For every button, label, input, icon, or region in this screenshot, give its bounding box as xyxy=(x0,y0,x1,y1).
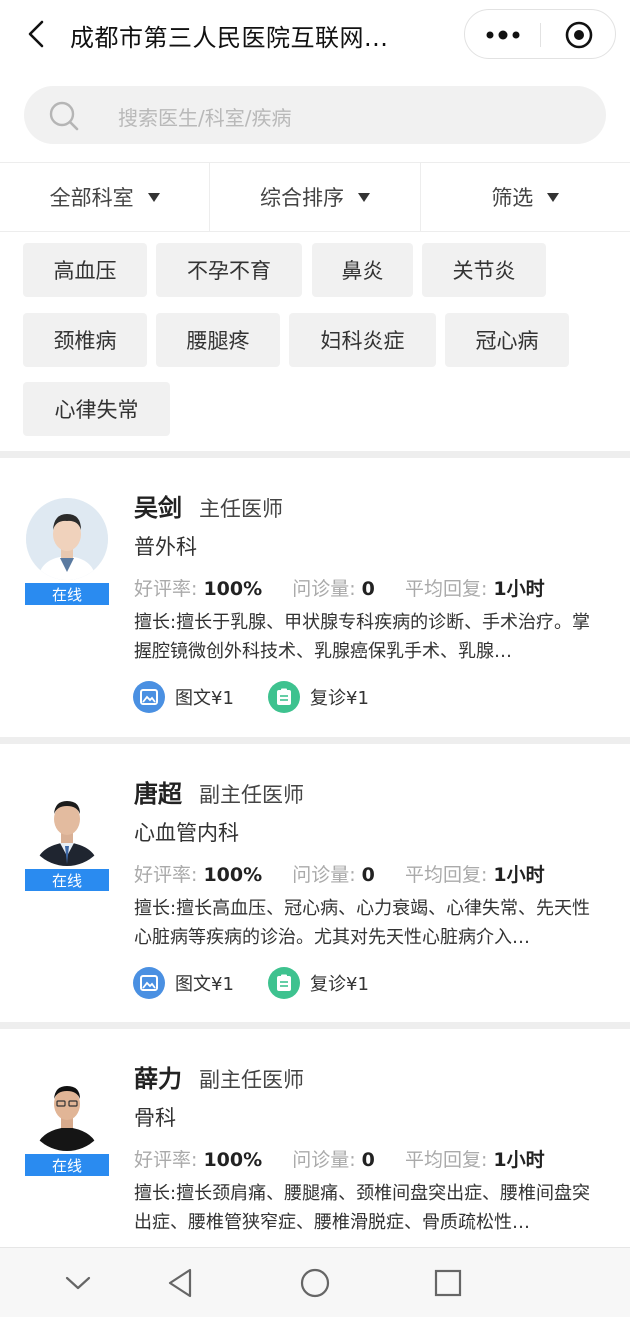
rating-value: 100% xyxy=(203,578,263,600)
doctor-avatar xyxy=(26,784,108,866)
filter-screen[interactable]: 筛选 xyxy=(419,163,630,231)
doctor-avatar xyxy=(26,498,108,580)
doctor-skill: 擅长:擅长颈肩痛、腰腿痛、颈椎间盘突出症、腰椎间盘突出症、腰椎管狭窄症、腰椎滑脱… xyxy=(134,1183,591,1233)
rating-label: 好评率: xyxy=(134,1149,198,1171)
service-text-consult[interactable]: 图文¥1 xyxy=(133,680,234,714)
nav-recents-button[interactable] xyxy=(408,1248,488,1317)
reply-label: 平均回复: xyxy=(404,864,488,886)
doctor-card[interactable]: 在线 薛力 副主任医师 骨科 好评率: 100% 问诊量: 0 平均回复: 1小… xyxy=(0,1029,630,1247)
reply-label: 平均回复: xyxy=(404,1149,488,1171)
doctor-title: 副主任医师 xyxy=(199,1068,304,1092)
more-button[interactable] xyxy=(465,10,540,60)
reply-value: 1小时 xyxy=(493,578,545,600)
system-navigation-bar xyxy=(0,1247,630,1317)
filter-bar: 全部科室 综合排序 筛选 xyxy=(0,162,630,232)
consults-value: 0 xyxy=(361,578,375,600)
reply-value: 1小时 xyxy=(493,864,545,886)
doctor-card[interactable]: 在线 唐超 副主任医师 心血管内科 好评率: 100% 问诊量: 0 平均回复:… xyxy=(0,744,630,1024)
service-text-label: 图文¥1 xyxy=(175,974,234,995)
filter-sort-label: 综合排序 xyxy=(259,186,344,210)
back-button[interactable] xyxy=(18,14,54,54)
doctor-title: 主任医师 xyxy=(199,497,283,521)
close-mini-program-button[interactable] xyxy=(541,10,616,60)
tag-cervical-spondylosis[interactable]: 颈椎病 xyxy=(23,313,147,367)
search-icon xyxy=(49,101,79,131)
service-text-consult[interactable]: 图文¥1 xyxy=(133,966,234,1000)
rating-value: 100% xyxy=(203,1149,263,1171)
image-icon xyxy=(133,967,165,999)
triangle-back-icon xyxy=(168,1268,192,1298)
service-revisit-label: 复诊¥1 xyxy=(310,688,369,709)
online-badge: 在线 xyxy=(25,1154,109,1176)
rating-label: 好评率: xyxy=(134,864,198,886)
tag-leg-pain[interactable]: 腰腿疼 xyxy=(156,313,280,367)
search-placeholder: 搜索医生/科室/疾病 xyxy=(118,106,292,130)
rating-value: 100% xyxy=(203,864,263,886)
online-badge: 在线 xyxy=(25,869,109,891)
reply-label: 平均回复: xyxy=(404,578,488,600)
reply-value: 1小时 xyxy=(493,1149,545,1171)
nav-home-button[interactable] xyxy=(275,1248,355,1317)
doctor-name: 吴剑 xyxy=(134,494,182,522)
clipboard-icon xyxy=(268,681,300,713)
consults-label: 问诊量: xyxy=(292,1149,356,1171)
doctor-stats: 好评率: 100% 问诊量: 0 平均回复: 1小时 xyxy=(134,574,545,601)
doctor-department: 普外科 xyxy=(134,535,197,559)
filter-screen-label: 筛选 xyxy=(491,186,534,210)
doctor-department: 心血管内科 xyxy=(134,821,239,845)
nav-back-button[interactable] xyxy=(140,1248,220,1317)
consults-label: 问诊量: xyxy=(292,578,356,600)
mini-program-capsule xyxy=(464,9,616,59)
doctor-card[interactable]: 在线 吴剑 主任医师 普外科 好评率: 100% 问诊量: 0 平均回复: 1小… xyxy=(0,458,630,738)
tag-coronary-disease[interactable]: 冠心病 xyxy=(445,313,569,367)
tag-arthritis[interactable]: 关节炎 xyxy=(422,243,546,297)
chevron-down-icon xyxy=(65,1276,91,1290)
target-close-icon xyxy=(565,21,592,49)
tag-rhinitis[interactable]: 鼻炎 xyxy=(312,243,413,297)
tag-arrhythmia[interactable]: 心律失常 xyxy=(23,382,170,436)
tag-infertility[interactable]: 不孕不育 xyxy=(156,243,302,297)
section-divider xyxy=(0,737,630,744)
rating-label: 好评率: xyxy=(134,578,198,600)
filter-department-label: 全部科室 xyxy=(49,186,134,210)
service-text-label: 图文¥1 xyxy=(175,688,234,709)
doctor-avatar xyxy=(26,1069,108,1151)
chevron-left-icon xyxy=(28,20,44,48)
section-divider xyxy=(0,451,630,458)
consults-value: 0 xyxy=(361,1149,375,1171)
service-revisit[interactable]: 复诊¥1 xyxy=(268,966,369,1000)
doctor-name: 薛力 xyxy=(134,1065,182,1093)
doctor-stats: 好评率: 100% 问诊量: 0 平均回复: 1小时 xyxy=(134,860,545,887)
doctor-skill: 擅长:擅长高血压、冠心病、心力衰竭、心律失常、先天性心脏病等疾病的诊治。尤其对先… xyxy=(134,898,591,948)
service-revisit[interactable]: 复诊¥1 xyxy=(268,680,369,714)
caret-down-icon xyxy=(547,192,560,202)
image-icon xyxy=(133,681,165,713)
square-recents-icon xyxy=(434,1269,462,1297)
filter-department[interactable]: 全部科室 xyxy=(0,163,209,231)
filter-sort[interactable]: 综合排序 xyxy=(209,163,419,231)
section-divider xyxy=(0,1022,630,1029)
doctor-department: 骨科 xyxy=(134,1106,176,1130)
more-dots-icon xyxy=(486,30,519,40)
doctor-skill: 擅长:擅长于乳腺、甲状腺专科疾病的诊断、手术治疗。掌握腔镜微创外科技术、乳腺癌保… xyxy=(134,612,591,662)
consults-value: 0 xyxy=(361,864,375,886)
online-badge: 在线 xyxy=(25,583,109,605)
tag-hypertension[interactable]: 高血压 xyxy=(23,243,147,297)
clipboard-icon xyxy=(268,967,300,999)
tag-gynecologic-inflammation[interactable]: 妇科炎症 xyxy=(289,313,436,367)
consults-label: 问诊量: xyxy=(292,864,356,886)
doctor-name: 唐超 xyxy=(134,780,182,808)
top-bar: 成都市第三人民医院互联网... xyxy=(0,0,630,68)
doctor-title: 副主任医师 xyxy=(199,783,304,807)
service-revisit-label: 复诊¥1 xyxy=(310,974,369,995)
page-title: 成都市第三人民医院互联网... xyxy=(70,24,389,52)
circle-home-icon xyxy=(300,1268,330,1298)
caret-down-icon xyxy=(147,192,160,202)
search-input[interactable]: 搜索医生/科室/疾病 xyxy=(24,86,606,144)
caret-down-icon xyxy=(357,192,370,202)
nav-collapse-button[interactable] xyxy=(38,1248,118,1317)
doctor-stats: 好评率: 100% 问诊量: 0 平均回复: 1小时 xyxy=(134,1145,545,1172)
